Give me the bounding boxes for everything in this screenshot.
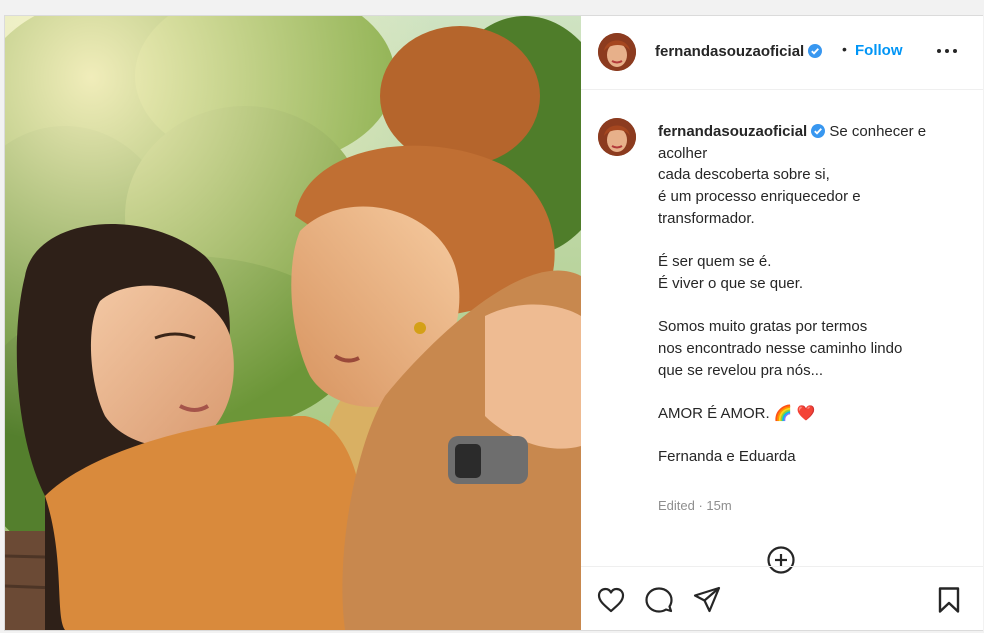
heart-icon[interactable] <box>596 585 626 615</box>
separator-dot: • <box>842 41 847 57</box>
caption-line: é um processo enriquecedor e <box>658 188 861 206</box>
caption-line: nos encontrado nesse caminho lindo <box>658 340 903 357</box>
bookmark-icon[interactable] <box>934 585 964 615</box>
caption-avatar[interactable] <box>598 118 636 156</box>
caption-line: que se revelou pra nós... <box>658 361 824 379</box>
post-sidebar: fernandasouzaoficial • Follow fernandaso… <box>581 16 983 630</box>
comment-icon[interactable] <box>644 585 674 615</box>
caption-line: Somos muito gratas por termos <box>658 318 868 336</box>
avatar[interactable] <box>598 33 636 71</box>
edited-timestamp: Edited · 15m <box>658 498 732 513</box>
caption-line: É viver o que se quer. <box>658 274 804 292</box>
more-horizontal-icon[interactable] <box>935 41 959 61</box>
username-text[interactable]: fernandasouzaoficial <box>655 43 804 60</box>
caption-line: Se conhecer e <box>829 123 927 140</box>
post-photo[interactable] <box>5 16 581 630</box>
caption-line: acolher <box>658 144 708 162</box>
caption-text: fernandasouzaoficial Se conhecer e acolh… <box>658 121 968 468</box>
follow-button[interactable]: Follow <box>855 42 903 59</box>
caption-line: AMOR É AMOR. 🌈 ❤️ <box>658 405 816 423</box>
action-bar <box>581 566 983 633</box>
caption-line: É ser quem se é. <box>658 253 772 271</box>
verified-badge-icon <box>808 44 823 58</box>
instagram-post: fernandasouzaoficial • Follow fernandaso… <box>4 15 983 631</box>
avatar-image <box>598 33 636 71</box>
header-username[interactable]: fernandasouzaoficial <box>655 43 823 60</box>
avatar-image <box>598 118 636 156</box>
caption-line: cada descoberta sobre si, <box>658 166 830 184</box>
caption-line: transformador. <box>658 209 755 227</box>
post-header: fernandasouzaoficial • Follow <box>581 16 983 90</box>
caption-first-line: fernandasouzaoficial Se conhecer e <box>658 121 968 143</box>
caption-username[interactable]: fernandasouzaoficial <box>658 123 807 140</box>
verified-badge-icon <box>811 124 826 138</box>
caption-line: Fernanda e Eduarda <box>658 448 796 466</box>
send-icon[interactable] <box>692 585 722 615</box>
photo-image <box>5 16 581 630</box>
